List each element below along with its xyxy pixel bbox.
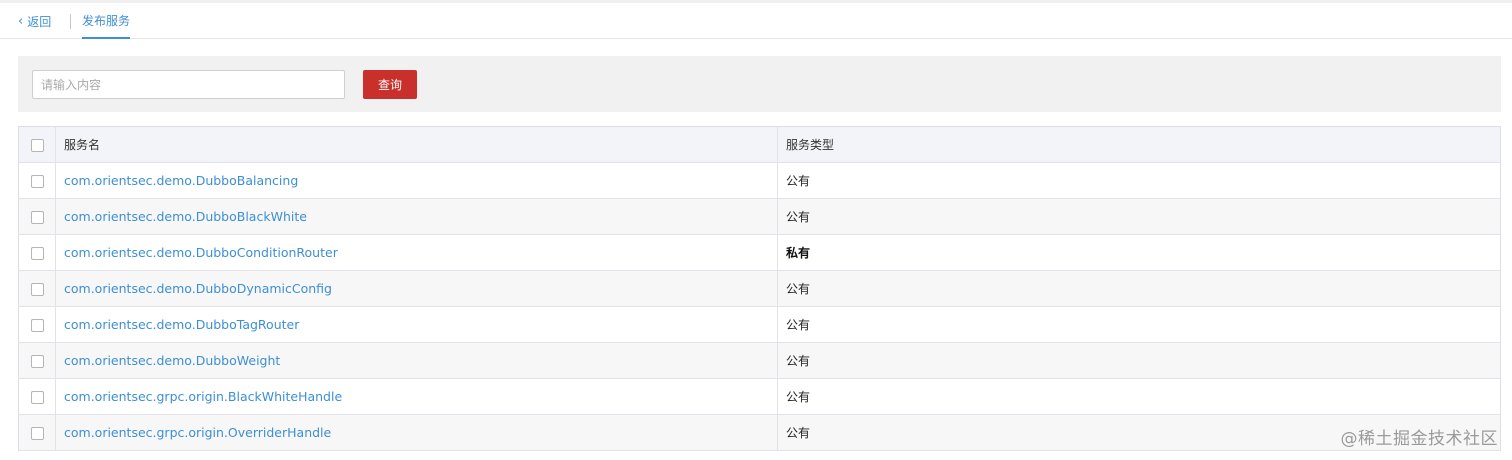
- tab-publish-service[interactable]: 发布服务: [82, 12, 131, 39]
- table-row: com.orientsec.demo.DubboDynamicConfig 公有: [18, 270, 1501, 307]
- table-row: com.orientsec.demo.DubboWeight 公有: [18, 342, 1501, 379]
- table-row: com.orientsec.grpc.origin.BlackWhiteHand…: [18, 378, 1501, 415]
- service-name-cell: com.orientsec.grpc.origin.OverriderHandl…: [55, 414, 778, 451]
- service-name-link[interactable]: com.orientsec.demo.DubboConditionRouter: [64, 245, 338, 260]
- service-name-link[interactable]: com.orientsec.demo.DubboWeight: [64, 353, 280, 368]
- table-header-row: 服务名 服务类型: [18, 126, 1501, 163]
- row-select-cell: [18, 198, 56, 235]
- row-select-cell: [18, 342, 56, 379]
- service-name-link[interactable]: com.orientsec.demo.DubboBlackWhite: [64, 209, 307, 224]
- query-button[interactable]: 查询: [363, 70, 417, 99]
- row-select-cell: [18, 414, 56, 451]
- row-select-cell: [18, 270, 56, 307]
- service-name-link[interactable]: com.orientsec.demo.DubboDynamicConfig: [64, 281, 332, 296]
- table-row: com.orientsec.grpc.origin.OverriderHandl…: [18, 414, 1501, 451]
- service-name-cell: com.orientsec.grpc.origin.BlackWhiteHand…: [55, 378, 778, 415]
- service-name-cell: com.orientsec.demo.DubboBalancing: [55, 162, 778, 199]
- back-button[interactable]: ‹ 返回: [18, 12, 51, 30]
- service-name-link[interactable]: com.orientsec.grpc.origin.BlackWhiteHand…: [64, 389, 342, 404]
- service-type-cell: 公有: [777, 162, 1501, 199]
- service-type-cell: 私有: [777, 234, 1501, 271]
- row-select-cell: [18, 234, 56, 271]
- row-select-cell: [18, 306, 56, 343]
- row-checkbox[interactable]: [30, 210, 44, 224]
- service-name-cell: com.orientsec.demo.DubboWeight: [55, 342, 778, 379]
- row-select-cell: [18, 162, 56, 199]
- service-type-cell: 公有: [777, 198, 1501, 235]
- table-row: com.orientsec.demo.DubboTagRouter 公有: [18, 306, 1501, 343]
- column-header-service-type: 服务类型: [777, 126, 1501, 163]
- table-row: com.orientsec.demo.DubboConditionRouter 私…: [18, 234, 1501, 271]
- service-name-link[interactable]: com.orientsec.demo.DubboTagRouter: [64, 317, 299, 332]
- service-type-cell: 公有: [777, 342, 1501, 379]
- page-header: ‹ 返回 发布服务: [0, 3, 1512, 39]
- search-input[interactable]: [32, 70, 345, 99]
- service-type-cell: 公有: [777, 378, 1501, 415]
- service-name-cell: com.orientsec.demo.DubboDynamicConfig: [55, 270, 778, 307]
- service-type-label: 私有: [786, 246, 811, 260]
- chevron-left-icon: ‹: [18, 13, 24, 29]
- row-checkbox[interactable]: [30, 318, 44, 332]
- service-type-label: 公有: [786, 174, 811, 188]
- select-all-cell: [18, 126, 56, 163]
- service-name-link[interactable]: com.orientsec.grpc.origin.OverriderHandl…: [64, 425, 331, 440]
- service-type-label: 公有: [786, 318, 811, 332]
- header-divider: [70, 14, 71, 29]
- search-bar: 查询: [18, 56, 1501, 112]
- service-name-cell: com.orientsec.demo.DubboTagRouter: [55, 306, 778, 343]
- row-checkbox[interactable]: [30, 246, 44, 260]
- service-type-label: 公有: [786, 390, 811, 404]
- service-type-label: 公有: [786, 354, 811, 368]
- row-checkbox[interactable]: [30, 354, 44, 368]
- row-checkbox[interactable]: [30, 426, 44, 440]
- select-all-checkbox[interactable]: [30, 138, 44, 152]
- service-type-label: 公有: [786, 210, 811, 224]
- table-row: com.orientsec.demo.DubboBalancing 公有: [18, 162, 1501, 199]
- service-name-link[interactable]: com.orientsec.demo.DubboBalancing: [64, 173, 298, 188]
- service-table: 服务名 服务类型 com.orientsec.demo.DubboBalanci…: [18, 126, 1501, 451]
- service-type-cell: 公有: [777, 270, 1501, 307]
- service-type-cell: 公有: [777, 306, 1501, 343]
- service-name-cell: com.orientsec.demo.DubboConditionRouter: [55, 234, 778, 271]
- service-type-label: 公有: [786, 426, 811, 440]
- column-header-service-name: 服务名: [55, 126, 778, 163]
- watermark: @稀土掘金技术社区: [1340, 429, 1498, 449]
- back-label: 返回: [27, 14, 52, 29]
- table-row: com.orientsec.demo.DubboBlackWhite 公有: [18, 198, 1501, 235]
- service-name-cell: com.orientsec.demo.DubboBlackWhite: [55, 198, 778, 235]
- row-checkbox[interactable]: [30, 282, 44, 296]
- service-type-label: 公有: [786, 282, 811, 296]
- row-checkbox[interactable]: [30, 390, 44, 404]
- row-checkbox[interactable]: [30, 174, 44, 188]
- row-select-cell: [18, 378, 56, 415]
